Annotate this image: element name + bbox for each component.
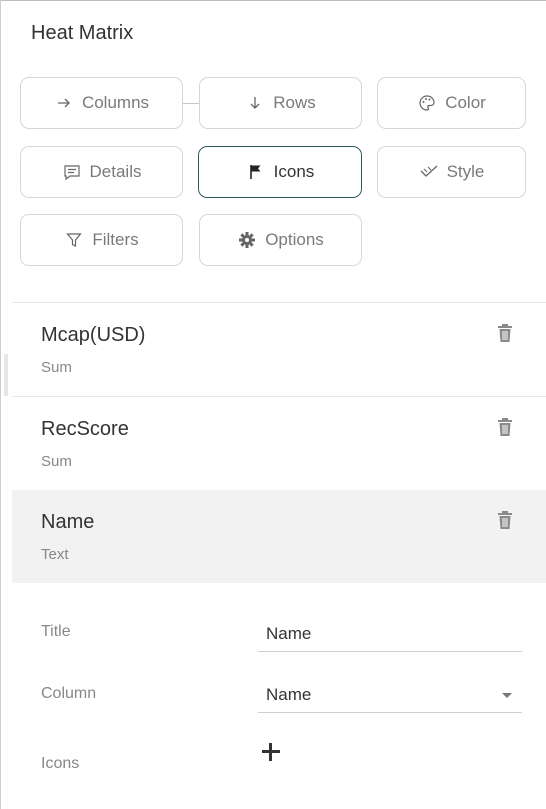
details-button-label: Details — [89, 162, 142, 181]
item-aggregation: Sum — [41, 359, 72, 376]
list-item[interactable]: Mcap(USD) Sum — [12, 303, 546, 396]
trash-icon[interactable] — [497, 510, 513, 530]
arrow-down-icon — [245, 93, 265, 113]
icons-label: Icons — [41, 755, 80, 772]
filters-button-label: Filters — [92, 230, 139, 249]
add-icon-button[interactable] — [262, 743, 280, 761]
options-button[interactable]: Options — [199, 214, 362, 266]
rows-button-label: Rows — [273, 93, 316, 112]
style-button[interactable]: Style — [377, 146, 526, 198]
list-item-selected[interactable]: Name Text — [12, 490, 546, 583]
title-label: Title — [41, 623, 71, 640]
color-button-label: Color — [445, 93, 486, 112]
columns-button[interactable]: Columns — [20, 77, 183, 129]
brush-icon — [419, 162, 439, 182]
title-input-value: Name — [266, 624, 312, 643]
icons-button-label: Icons — [273, 162, 315, 181]
scroll-handle[interactable] — [4, 354, 8, 396]
options-button-label: Options — [265, 230, 324, 249]
list-item[interactable]: RecScore Sum — [12, 397, 546, 490]
gear-icon — [237, 230, 257, 250]
item-name: Name — [41, 511, 95, 533]
item-name: Mcap(USD) — [41, 324, 146, 346]
columns-button-label: Columns — [81, 93, 150, 112]
trash-icon[interactable] — [497, 417, 513, 437]
filters-button[interactable]: Filters — [20, 214, 183, 266]
panel-top-border — [0, 0, 546, 1]
rows-button[interactable]: Rows — [199, 77, 362, 129]
panel-left-border — [0, 0, 1, 809]
chevron-down-icon — [502, 693, 512, 698]
flag-icon — [246, 162, 266, 182]
column-select[interactable]: Name — [258, 677, 522, 713]
palette-icon — [417, 93, 437, 113]
title-input[interactable]: Name — [258, 616, 522, 652]
column-label: Column — [41, 685, 97, 702]
color-button[interactable]: Color — [377, 77, 526, 129]
details-button[interactable]: Details — [20, 146, 183, 198]
comment-icon — [62, 162, 82, 182]
column-select-value: Name — [266, 685, 312, 704]
filter-icon — [64, 230, 84, 250]
arrow-right-icon — [54, 93, 74, 113]
panel-title: Heat Matrix — [31, 22, 134, 44]
columns-rows-connector — [183, 103, 199, 104]
item-aggregation: Sum — [41, 453, 72, 470]
item-aggregation: Text — [41, 546, 69, 563]
style-button-label: Style — [446, 162, 485, 181]
icons-button[interactable]: Icons — [198, 146, 362, 198]
trash-icon[interactable] — [497, 323, 513, 343]
item-name: RecScore — [41, 418, 129, 440]
